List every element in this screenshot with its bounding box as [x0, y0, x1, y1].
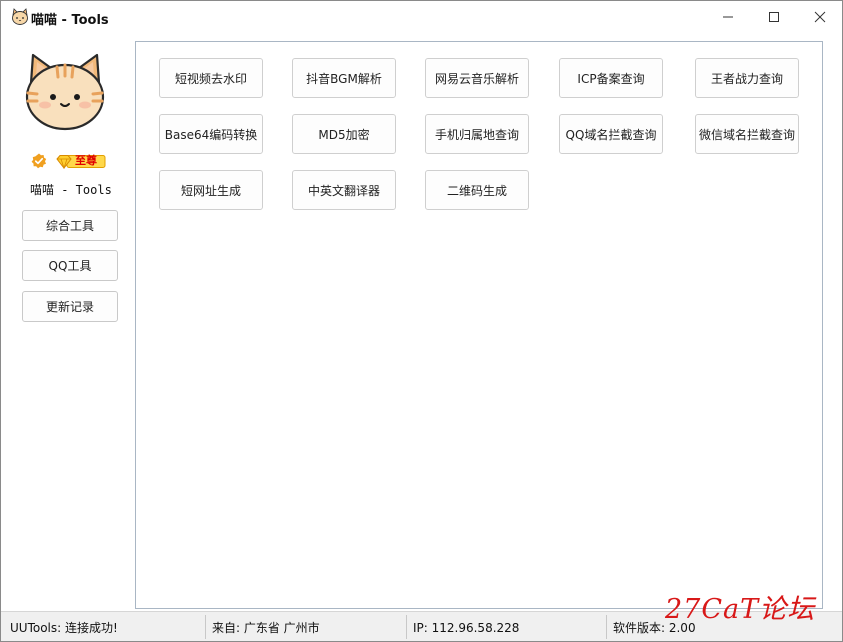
tool-button-md5-encrypt[interactable]: MD5加密 [292, 114, 396, 154]
minimize-button[interactable] [705, 1, 751, 33]
tool-button-phone-location[interactable]: 手机归属地查询 [425, 114, 529, 154]
username: 喵喵 - Tools [30, 183, 112, 197]
avatar [25, 53, 105, 131]
vip-label: 至尊 [75, 154, 97, 167]
close-button[interactable] [797, 1, 843, 33]
close-icon [814, 11, 826, 23]
badge-row: 至尊 [31, 153, 111, 171]
minimize-icon [723, 16, 733, 18]
status-location: 来自: 广东省 广州市 [212, 621, 320, 635]
app-window: 喵喵 - Tools 至尊 喵喵 - Tools 综合工具 QQ工具 更新记录 … [0, 0, 843, 642]
tools-panel: 短视频去水印 抖音BGM解析 网易云音乐解析 ICP备案查询 王者战力查询 Ba… [135, 41, 823, 609]
status-connection: UUTools: 连接成功! [10, 621, 118, 635]
maximize-icon [769, 12, 779, 22]
tool-button-wechat-domain-block[interactable]: 微信域名拦截查询 [695, 114, 799, 154]
status-ip: IP: 112.96.58.228 [413, 621, 520, 635]
sidebar-button-changelog[interactable]: 更新记录 [22, 291, 118, 322]
tool-button-icp-lookup[interactable]: ICP备案查询 [559, 58, 663, 98]
tool-button-honor-of-kings-power[interactable]: 王者战力查询 [695, 58, 799, 98]
sidebar-button-qq-tools[interactable]: QQ工具 [22, 250, 118, 281]
window-title: 喵喵 - Tools [31, 13, 109, 28]
tool-button-base64-converter[interactable]: Base64编码转换 [159, 114, 263, 154]
tool-button-translator[interactable]: 中英文翻译器 [292, 170, 396, 210]
status-divider [205, 615, 206, 639]
forum-watermark: 27CaT论坛 [665, 594, 816, 625]
tool-button-netease-music-parser[interactable]: 网易云音乐解析 [425, 58, 529, 98]
status-divider [606, 615, 607, 639]
status-divider [406, 615, 407, 639]
tool-button-qrcode-generator[interactable]: 二维码生成 [425, 170, 529, 210]
cat-face-icon [12, 8, 28, 25]
tool-button-short-url[interactable]: 短网址生成 [159, 170, 263, 210]
tool-button-video-watermark-remover[interactable]: 短视频去水印 [159, 58, 263, 98]
tool-button-qq-domain-block[interactable]: QQ域名拦截查询 [559, 114, 663, 154]
verified-badge-icon [31, 153, 47, 169]
title-bar[interactable]: 喵喵 - Tools [1, 1, 842, 33]
sidebar-button-general-tools[interactable]: 综合工具 [22, 210, 118, 241]
tool-button-douyin-bgm-parser[interactable]: 抖音BGM解析 [292, 58, 396, 98]
maximize-button[interactable] [751, 1, 797, 33]
